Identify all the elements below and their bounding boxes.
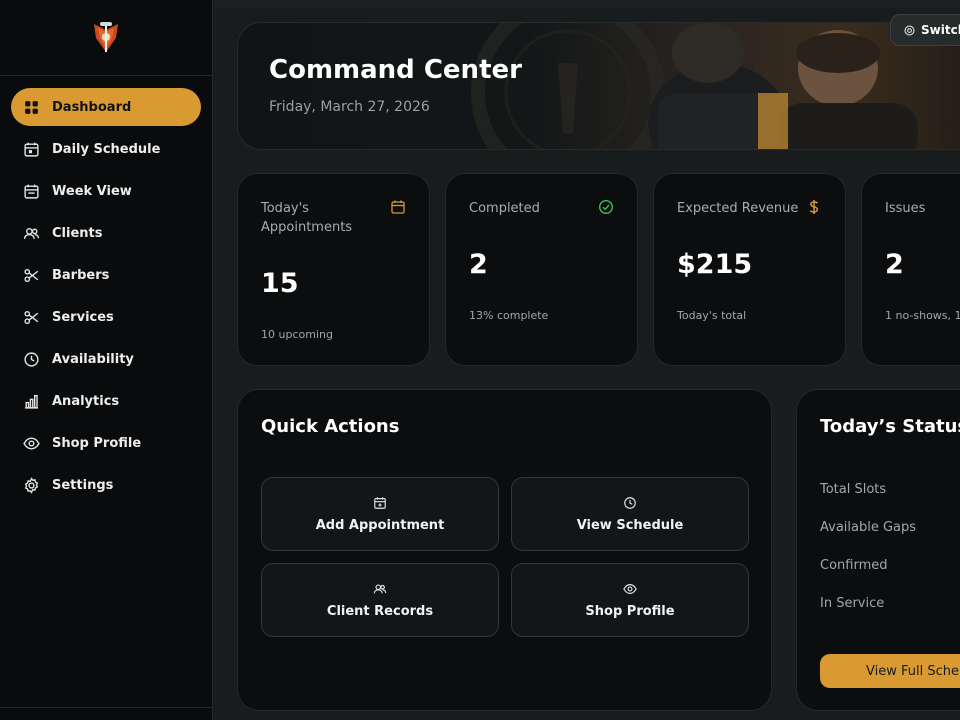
stat-value: $215 [677,249,753,280]
button-label: Client Records [326,604,434,619]
button-label: Shop Profile [585,604,675,619]
sidebar-item-daily-schedule[interactable]: Daily Schedule [11,130,201,168]
stat-label: Today's Appointments [261,201,353,235]
status-row-total-slots: Total Slots [820,482,887,497]
client-records-button[interactable]: Client Records [261,563,499,637]
stat-card-appointments: Today's Appointments 15 10 upcoming [237,173,430,366]
view-schedule-button[interactable]: View Schedule [511,477,749,551]
stat-card-completed: Completed 2 13% complete [445,173,638,366]
stat-label: Issues [885,201,926,216]
calendar-icon [390,199,406,215]
sidebar-item-label: Shop Profile [52,435,142,451]
status-row-available-gaps: Available Gaps [820,520,917,535]
divider [0,707,213,708]
brand-logo[interactable] [86,18,126,58]
scissors-icon [23,309,40,326]
sidebar-item-barbers[interactable]: Barbers [11,256,201,294]
stat-label: Completed [469,201,540,216]
todays-status-panel: Today’s Status Total Slots Available Gap… [796,389,960,711]
bar-chart-icon [23,393,40,410]
current-date: Friday, March 27, 2026 [269,99,430,115]
button-label: View Schedule [576,518,684,533]
hero-banner: Command Center Friday, March 27, 2026 [237,22,960,150]
sidebar-item-label: Barbers [52,267,110,283]
eye-icon [23,435,40,452]
gear-icon [23,476,40,494]
sidebar-item-label: Services [52,309,114,325]
calendar-week-icon [23,183,40,200]
stat-card-revenue: Expected Revenue $215 Today's total [653,173,846,366]
stat-value: 15 [261,268,299,299]
calendar-day-icon [23,141,40,158]
sidebar-item-analytics[interactable]: Analytics [11,382,201,420]
sidebar-item-availability[interactable]: Availability [11,340,201,378]
logo-area [0,0,212,76]
view-full-schedule-button[interactable]: View Full Sche [820,654,960,688]
stat-subtext: Today's total [677,309,747,322]
dashboard-icon [23,99,40,116]
sidebar-item-label: Week View [52,183,132,199]
status-row-in-service: In Service [820,596,885,611]
sidebar-item-settings[interactable]: Settings [11,466,201,504]
sidebar-item-label: Availability [52,351,134,367]
status-row-confirmed: Confirmed [820,558,888,573]
sidebar-item-shop-profile[interactable]: Shop Profile [11,424,201,462]
sidebar-item-services[interactable]: Services [11,298,201,336]
calendar-plus-icon [373,495,387,509]
page-title: Command Center [269,55,522,85]
eye-icon [623,581,637,595]
switch-button[interactable]: Switch [890,14,960,46]
users-icon [373,581,387,595]
stat-subtext: 1 no-shows, 1 c [885,309,960,322]
sidebar-item-label: Daily Schedule [52,141,161,157]
stat-value: 2 [885,249,904,280]
sidebar-item-dashboard[interactable]: Dashboard [11,88,201,126]
quick-actions-title: Quick Actions [261,416,400,437]
sidebar-item-label: Analytics [52,393,120,409]
scissors-icon [23,267,40,284]
stat-subtext: 13% complete [469,309,549,322]
sidebar-item-clients[interactable]: Clients [11,214,201,252]
dollar-icon [806,199,822,215]
shop-profile-button[interactable]: Shop Profile [511,563,749,637]
hero-background-image [471,23,918,149]
users-icon [23,225,40,242]
sidebar: Dashboard Daily Schedule Week View Clien… [0,0,213,720]
add-appointment-button[interactable]: Add Appointment [261,477,499,551]
stat-value: 2 [469,249,488,280]
stat-subtext: 10 upcoming [261,328,333,341]
sidebar-item-label: Clients [52,225,103,241]
stat-card-issues: Issues 2 1 no-shows, 1 c [861,173,960,366]
quick-actions-panel: Quick Actions Add Appointment View Sched… [237,389,772,711]
todays-status-title: Today’s Status [820,416,960,437]
sidebar-item-week-view[interactable]: Week View [11,172,201,210]
sidebar-item-label: Dashboard [52,99,132,115]
sidebar-item-label: Settings [52,477,114,493]
top-bar [214,0,960,8]
switch-label: Switch [921,23,960,37]
clock-icon [23,351,40,368]
stat-label: Expected Revenue [677,201,799,216]
check-circle-icon [598,199,614,215]
clock-icon [623,495,637,509]
sidebar-nav: Dashboard Daily Schedule Week View Clien… [0,76,212,504]
button-label: Add Appointment [315,518,445,533]
gear-icon [904,24,915,36]
